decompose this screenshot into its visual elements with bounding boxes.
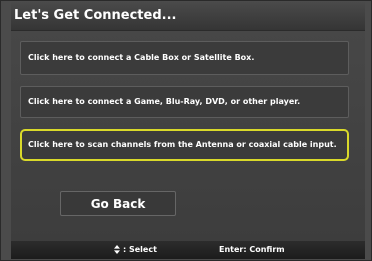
option-label: Click here to connect a Cable Box or Sat… — [28, 53, 255, 62]
status-bar: : Select Enter: Confirm — [11, 241, 365, 259]
select-hint: : Select — [114, 245, 157, 254]
title-bar: Let's Get Connected... — [11, 2, 365, 31]
options-panel: Click here to connect a Cable Box or Sat… — [11, 31, 365, 241]
dialog-title: Let's Get Connected... — [14, 8, 177, 23]
connect-player-option[interactable]: Click here to connect a Game, Blu-Ray, D… — [20, 86, 349, 118]
setup-dialog: Let's Get Connected... Click here to con… — [11, 2, 365, 259]
tv-frame: Let's Get Connected... Click here to con… — [0, 0, 372, 261]
select-hint-label: : Select — [123, 245, 157, 254]
option-label: Click here to scan channels from the Ant… — [28, 140, 337, 149]
option-label: Click here to connect a Game, Blu-Ray, D… — [28, 97, 301, 106]
up-down-arrows-icon — [114, 245, 120, 254]
connect-cable-box-option[interactable]: Click here to connect a Cable Box or Sat… — [20, 41, 349, 75]
go-back-button[interactable]: Go Back — [60, 191, 176, 216]
scan-antenna-channels-option[interactable]: Click here to scan channels from the Ant… — [20, 129, 349, 161]
confirm-hint: Enter: Confirm — [219, 245, 285, 254]
